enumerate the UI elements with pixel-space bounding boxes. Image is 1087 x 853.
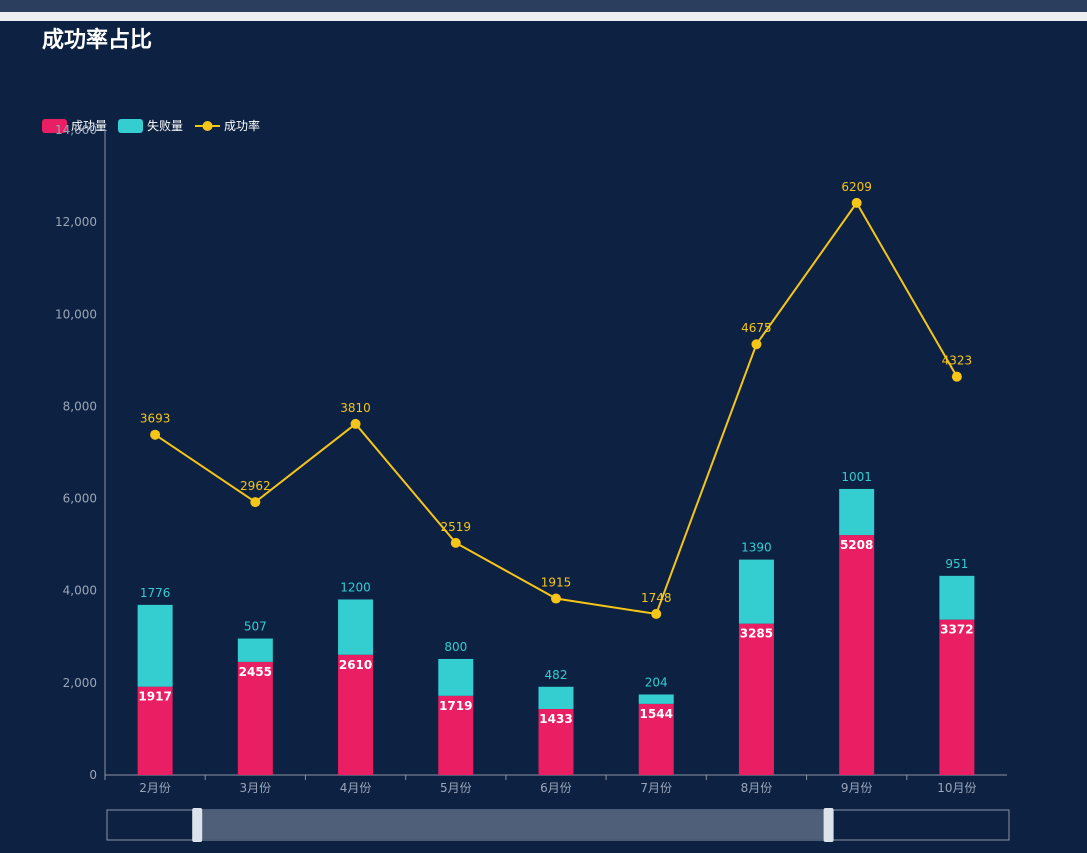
bar-success (839, 535, 875, 775)
y-tick-label: 2,000 (63, 676, 97, 690)
bar-success (338, 654, 374, 775)
zoom-selection[interactable] (197, 811, 829, 839)
bar-success-label: 1719 (439, 699, 472, 713)
y-tick-label: 10,000 (55, 307, 97, 321)
x-tick-label: 2月份 (139, 781, 171, 795)
rate-label: 1915 (541, 576, 572, 590)
bar-success (738, 623, 774, 775)
zoom-handle-right[interactable] (823, 808, 834, 842)
rate-point (551, 593, 561, 604)
bar-fail-label: 1200 (340, 580, 371, 594)
chart-canvas: 成功量 失败量 成功率 02,0004,0006,0008,00010,00012,… (42, 118, 1010, 842)
y-axis: 0 2,000 4,000 6,000 8,000 10,000 12,000 14,000 (55, 123, 106, 782)
rate-point (250, 497, 261, 508)
x-tick-label: 5月份 (440, 781, 472, 795)
bar-success-label: 2455 (239, 665, 272, 679)
legend-swatch-fail (118, 119, 143, 133)
bar-fail (839, 488, 875, 536)
bar-success-label: 1544 (640, 707, 673, 721)
rate-point (851, 197, 862, 208)
rate-point (751, 339, 762, 350)
rate-point (651, 608, 662, 619)
bar-fail-label: 1390 (741, 541, 772, 555)
bar-fail-label: 1776 (140, 586, 171, 600)
legend-label-rate: 成功率 (224, 118, 260, 133)
x-tick-label: 3月份 (240, 781, 272, 795)
rate-label: 3693 (140, 412, 171, 426)
bar-fail-label: 1001 (841, 470, 872, 484)
x-tick-label: 8月份 (741, 781, 773, 795)
rate-point (450, 537, 461, 548)
bar-fail (137, 604, 173, 687)
bar-fail-label: 482 (545, 668, 568, 682)
rate-label: 2519 (441, 520, 472, 534)
data-zoom-slider[interactable] (106, 808, 1010, 842)
bar-fail (538, 686, 574, 709)
rate-label: 4323 (942, 354, 973, 368)
y-tick-label: 14,000 (55, 123, 97, 137)
rate-label: 6209 (841, 180, 872, 194)
rate-label: 2962 (240, 479, 271, 493)
bars: 1917 1776 2455 507 2610 1200 1719 800 1433 482 154… (137, 470, 975, 775)
bar-fail (638, 694, 674, 704)
zoom-handle-left[interactable] (192, 808, 203, 842)
bar-fail (338, 599, 374, 655)
x-tick-label: 4月份 (340, 781, 372, 795)
bar-success-label: 3285 (740, 627, 773, 641)
bar-success-label: 1917 (138, 690, 171, 704)
y-tick-label: 12,000 (55, 215, 97, 229)
x-tick-label: 9月份 (841, 781, 873, 795)
legend-marker-rate (202, 121, 213, 131)
x-tick-label: 7月份 (640, 781, 672, 795)
x-tick-label: 10月份 (937, 781, 976, 795)
bar-success (939, 619, 975, 775)
y-tick-label: 8,000 (63, 399, 97, 413)
bar-fail (738, 559, 774, 624)
x-tick-label: 6月份 (540, 781, 572, 795)
bar-fail (438, 658, 474, 696)
y-tick-label: 6,000 (63, 492, 97, 506)
x-axis: 2月份 3月份 4月份 5月份 6月份 7月份 8月份 9月份 10月份 (104, 774, 1007, 795)
bar-fail-label: 507 (244, 620, 267, 634)
bar-fail (939, 575, 975, 620)
bar-fail-label: 800 (444, 640, 467, 654)
bar-success-label: 5208 (840, 538, 873, 552)
rate-point (951, 371, 962, 382)
rate-point (350, 418, 361, 429)
y-tick-label: 0 (89, 768, 97, 782)
rate-label: 4675 (741, 321, 772, 335)
rate-label: 3810 (340, 401, 371, 415)
bar-fail (237, 638, 273, 662)
y-tick-label: 4,000 (63, 584, 97, 598)
rate-label: 1748 (641, 591, 672, 605)
bar-success-label: 2610 (339, 658, 372, 672)
bar-fail-label: 951 (945, 557, 968, 571)
rate-point (150, 429, 161, 440)
legend-label-fail: 失败量 (147, 118, 183, 133)
bar-success-label: 3372 (940, 623, 973, 637)
bar-fail-label: 204 (645, 675, 668, 689)
bar-success-label: 1433 (539, 712, 572, 726)
rate-polyline (154, 201, 958, 616)
